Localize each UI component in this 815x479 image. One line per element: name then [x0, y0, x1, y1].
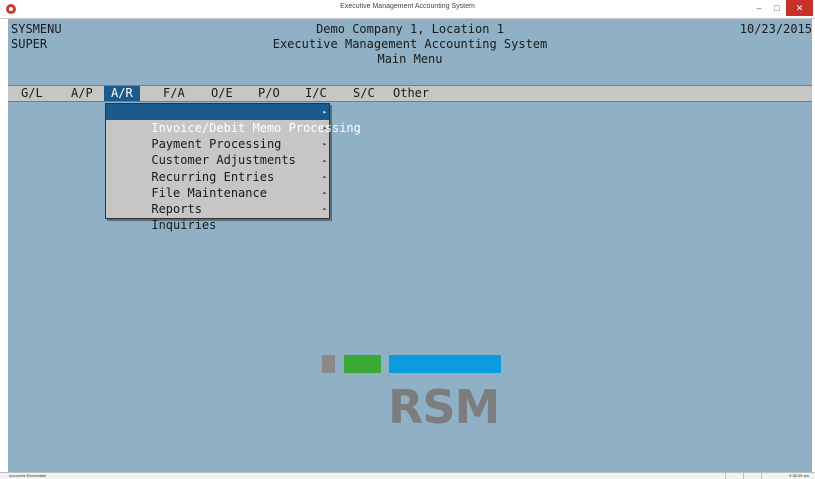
triangle-right-icon: ▸: [322, 140, 327, 149]
close-button[interactable]: ✕: [786, 0, 813, 16]
status-cell: [743, 473, 762, 479]
window-titlebar: Executive Management Accounting System –…: [0, 0, 815, 19]
dd-item-label: Inquiries: [151, 218, 217, 233]
window-title: Executive Management Accounting System: [340, 3, 475, 10]
dd-customer-adjustments[interactable]: Customer Adjustments ▸: [106, 136, 329, 167]
terminal-screen: SYSMENU SUPER Demo Company 1, Location 1…: [8, 19, 812, 472]
status-cell: [725, 473, 744, 479]
triangle-right-icon: ▸: [322, 205, 327, 214]
logo-bar-blue: [389, 355, 501, 373]
main-menubar: G/L A/P A/R F/A O/E P/O I/C S/C Other: [8, 85, 812, 102]
screen-title: Main Menu: [377, 52, 443, 66]
logo-bar-green: [344, 355, 381, 373]
logo-bar-gray: [322, 355, 335, 373]
status-cell: [761, 473, 780, 479]
rsm-logo-bars: [322, 355, 502, 375]
menu-other[interactable]: Other: [393, 86, 429, 101]
rsm-logo-text: RSM: [388, 380, 500, 434]
current-date: 10/23/2015: [739, 22, 812, 36]
triangle-right-icon: ▸: [322, 188, 327, 197]
triangle-right-icon: ▸: [322, 156, 327, 165]
menu-oe[interactable]: O/E: [211, 86, 233, 101]
dd-payment-processing[interactable]: Payment Processing ▸: [106, 120, 329, 151]
dd-inquiries[interactable]: Inquiries ▸: [106, 201, 329, 232]
menu-po[interactable]: P/O: [258, 86, 280, 101]
triangle-right-icon: ▸: [322, 172, 327, 181]
company-name: Demo Company 1, Location 1: [316, 22, 504, 36]
menu-ap[interactable]: A/P: [71, 86, 93, 101]
menu-gl[interactable]: G/L: [21, 86, 43, 101]
status-module: Accounts Receivable: [9, 473, 47, 478]
dd-reports[interactable]: Reports ▸: [106, 185, 329, 216]
maximize-button[interactable]: □: [768, 0, 786, 16]
system-name: Executive Management Accounting System: [272, 37, 548, 51]
menu-sc[interactable]: S/C: [353, 86, 375, 101]
menu-ar[interactable]: A/R: [104, 86, 140, 101]
dd-file-maintenance[interactable]: File Maintenance ▸: [106, 169, 329, 200]
status-time: 9:38:35 am: [788, 473, 809, 478]
triangle-right-icon: ▸: [322, 124, 327, 133]
menu-ic[interactable]: I/C: [305, 86, 327, 101]
ar-dropdown-menu: Invoice/Debit Memo Processing ▸ Payment …: [105, 103, 361, 232]
dd-invoice-debit-memo-processing[interactable]: Invoice/Debit Memo Processing ▸: [106, 104, 361, 135]
triangle-right-icon: ▸: [322, 108, 327, 116]
menu-fa[interactable]: F/A: [163, 86, 185, 101]
dd-recurring-entries[interactable]: Recurring Entries ▸: [106, 153, 329, 184]
minimize-button[interactable]: –: [750, 0, 768, 16]
